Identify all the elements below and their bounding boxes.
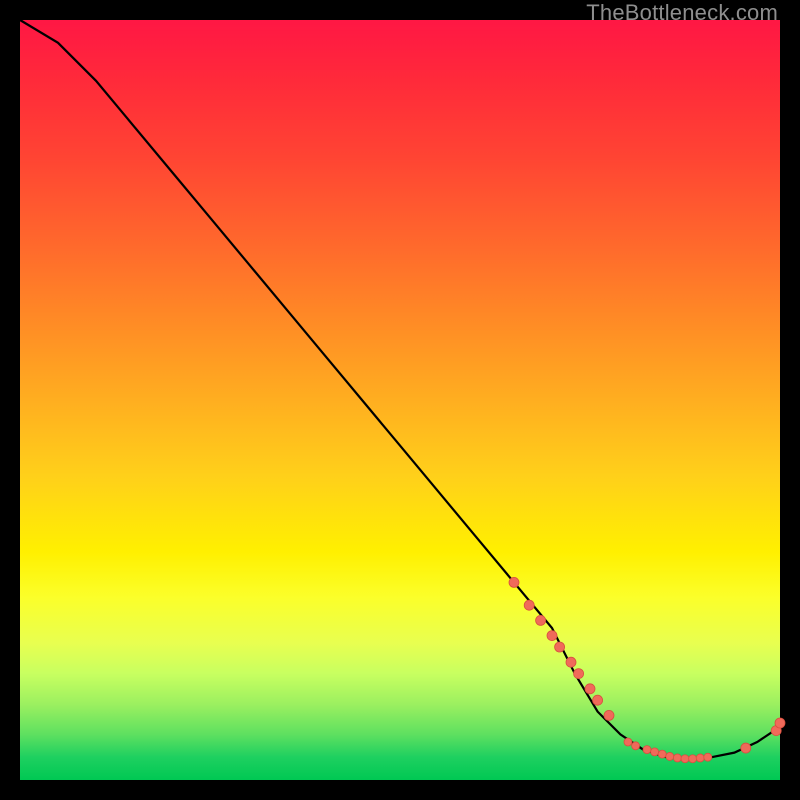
bottleneck-curve xyxy=(20,20,780,759)
data-marker xyxy=(604,710,614,720)
data-marker xyxy=(643,746,651,754)
marker-group xyxy=(509,577,785,762)
data-marker xyxy=(775,718,785,728)
data-marker xyxy=(536,615,546,625)
data-marker xyxy=(593,695,603,705)
data-marker xyxy=(509,577,519,587)
data-marker xyxy=(624,738,632,746)
data-marker xyxy=(574,669,584,679)
curve-group xyxy=(20,20,780,759)
data-marker xyxy=(681,755,689,763)
data-marker xyxy=(547,631,557,641)
chart-overlay xyxy=(20,20,780,780)
data-marker xyxy=(632,742,640,750)
data-marker xyxy=(651,748,659,756)
data-marker xyxy=(658,750,666,758)
data-marker xyxy=(689,755,697,763)
data-marker xyxy=(696,754,704,762)
data-marker xyxy=(555,642,565,652)
data-marker xyxy=(524,600,534,610)
data-marker xyxy=(585,684,595,694)
data-marker xyxy=(666,752,674,760)
data-marker xyxy=(704,753,712,761)
data-marker xyxy=(741,743,751,753)
data-marker xyxy=(566,657,576,667)
data-marker xyxy=(673,754,681,762)
chart-container: TheBottleneck.com xyxy=(0,0,800,800)
